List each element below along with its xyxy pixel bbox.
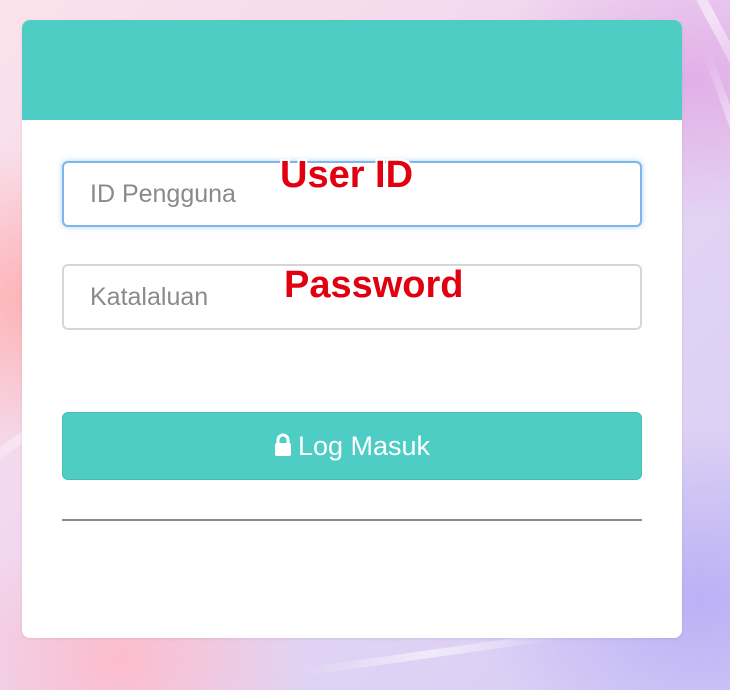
background-streak — [702, 48, 730, 240]
form-divider — [62, 519, 642, 521]
login-card: User ID Password Log Masuk — [22, 20, 682, 638]
background-streak — [300, 631, 560, 677]
lock-icon — [274, 433, 292, 457]
user-id-input[interactable] — [62, 161, 642, 227]
password-input[interactable] — [62, 264, 642, 330]
login-button[interactable]: Log Masuk — [62, 412, 642, 480]
login-card-header — [22, 20, 682, 120]
login-button-label: Log Masuk — [297, 430, 431, 461]
